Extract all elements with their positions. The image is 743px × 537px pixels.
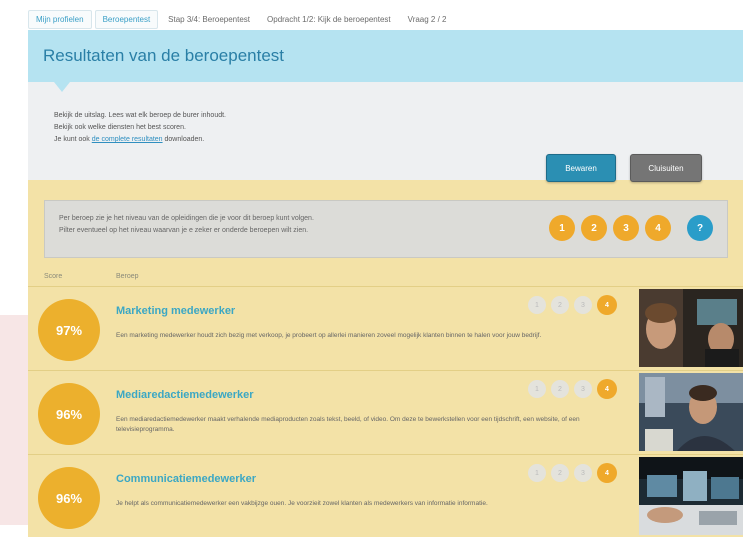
profession-title-link[interactable]: Mediaredactiemedewerker	[116, 389, 254, 401]
level-indicator: 1	[528, 464, 546, 482]
level-3-button[interactable]: 3	[613, 215, 639, 241]
education-levels: 1 2 3 4	[528, 379, 617, 399]
video-thumbnail-image	[639, 457, 743, 535]
intro-line-3-prefix: Je kunt ook	[54, 136, 92, 143]
result-row: 96% Mediaredactiemedewerker Een mediared…	[28, 370, 743, 454]
level-indicator-active: 4	[597, 463, 617, 483]
education-levels: 1 2 3 4	[528, 295, 617, 315]
profession-description: Een mediaredactiemedewerker maakt verhal…	[116, 416, 580, 433]
filter-text: Per beroep zie je het niveau van de ople…	[59, 213, 314, 237]
profession-description: Je helpt als communicatiemedewerker een …	[116, 500, 488, 507]
score-badge: 97%	[38, 299, 100, 361]
intro-line-1: Bekijk de uitslag. Lees wat elk beroep d…	[54, 112, 226, 119]
score-badge: 96%	[38, 383, 100, 445]
column-headers: Score Beroep	[44, 273, 139, 280]
level-filter: 1 2 3 4 ?	[549, 215, 713, 241]
intro-line-3-suffix: downloaden.	[162, 136, 205, 143]
column-beroep: Beroep	[116, 273, 139, 280]
column-score: Score	[44, 273, 63, 280]
speech-tip	[54, 82, 70, 92]
video-thumbnail-image	[639, 289, 743, 367]
level-indicator-active: 4	[597, 379, 617, 399]
level-indicator: 3	[574, 464, 592, 482]
level-indicator: 1	[528, 296, 546, 314]
save-button[interactable]: Bewaren	[546, 154, 616, 182]
result-row: 96% Communicatiemedewerker Je helpt als …	[28, 454, 743, 537]
complete-results-link[interactable]: de complete resultaten	[92, 136, 163, 143]
breadcrumb-item-opdracht: Opdracht 1/2: Kijk de beroepentest	[267, 14, 391, 24]
level-indicator: 1	[528, 380, 546, 398]
level-indicator: 3	[574, 380, 592, 398]
header-bar: Resultaten van de beroepentest	[28, 30, 743, 82]
filter-text-line-1: Per beroep zie je het niveau van de ople…	[59, 215, 314, 222]
breadcrumb-item-stap: Stap 3/4: Beroepentest	[168, 14, 251, 24]
level-filter-box: Per beroep zie je het niveau van de ople…	[44, 200, 728, 258]
video-thumbnail[interactable]	[639, 457, 743, 535]
level-indicator: 3	[574, 296, 592, 314]
results-panel: Resultaten van de beroepentest Bekijk de…	[28, 30, 743, 537]
breadcrumb: Mijn profielen Beroepentest Stap 3/4: Be…	[28, 8, 457, 30]
level-1-button[interactable]: 1	[549, 215, 575, 241]
level-2-button[interactable]: 2	[581, 215, 607, 241]
video-thumbnail[interactable]	[639, 373, 743, 451]
filter-text-line-2: Pilter eventueel op het niveau waarvan j…	[59, 227, 309, 234]
side-tint	[0, 315, 28, 525]
level-4-button[interactable]: 4	[645, 215, 671, 241]
score-badge: 96%	[38, 467, 100, 529]
profession-description: Een marketing medewerker houdt zich bezi…	[116, 332, 542, 339]
breadcrumb-item-vraag: Vraag 2 / 2	[407, 14, 447, 24]
level-indicator: 2	[551, 296, 569, 314]
education-levels: 1 2 3 4	[528, 463, 617, 483]
level-indicator-active: 4	[597, 295, 617, 315]
video-thumbnail-image	[639, 373, 743, 451]
breadcrumb-item-profielen[interactable]: Mijn profielen	[28, 9, 92, 29]
profession-title-link[interactable]: Communicatiemedewerker	[116, 473, 256, 485]
video-thumbnail[interactable]	[639, 289, 743, 367]
intro-line-3: Je kunt ook de complete resultaten downl…	[54, 134, 743, 146]
profession-title-link[interactable]: Marketing medewerker	[116, 305, 235, 317]
level-indicator: 2	[551, 464, 569, 482]
intro-line-2: Bekijk ook welke diensten het best score…	[54, 124, 186, 131]
page-title: Resultaten van de beroepentest	[43, 46, 285, 65]
level-indicator: 2	[551, 380, 569, 398]
close-button[interactable]: Cluisuiten	[630, 154, 702, 182]
result-row: 97% Marketing medewerker Een marketing m…	[28, 286, 743, 370]
help-icon[interactable]: ?	[687, 215, 713, 241]
results-list: 97% Marketing medewerker Een marketing m…	[28, 286, 743, 537]
breadcrumb-item-beroepentest[interactable]: Beroepentest	[94, 9, 159, 29]
